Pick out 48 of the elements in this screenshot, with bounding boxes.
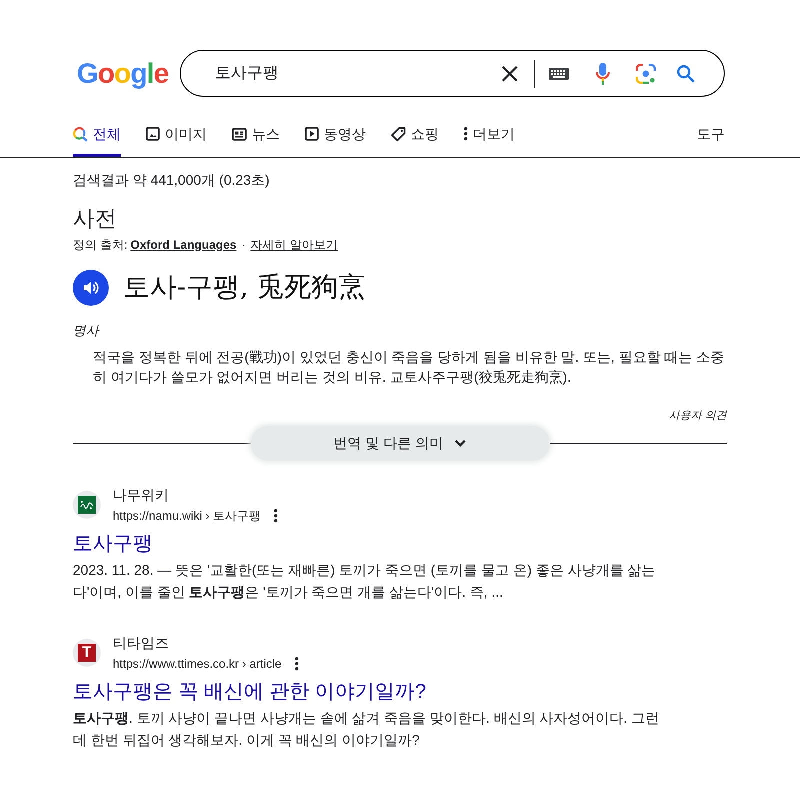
- google-logo[interactable]: Google: [77, 56, 170, 92]
- result-title-link[interactable]: 토사구팽은 꼭 배신에 관한 이야기일까?: [73, 679, 426, 705]
- site-name[interactable]: 나무위키: [113, 486, 169, 504]
- source-link[interactable]: Oxford Languages: [130, 237, 237, 253]
- favicon-icon: T: [73, 639, 101, 667]
- speaker-icon: [83, 280, 99, 296]
- search-bar[interactable]: 토사구팽: [180, 50, 725, 97]
- camera-lens-icon[interactable]: [636, 64, 656, 84]
- nav-tab[interactable]: 이미지: [146, 117, 207, 157]
- newspaper-icon: [232, 128, 247, 140]
- tag-icon: [391, 126, 406, 142]
- search-button[interactable]: [676, 64, 696, 84]
- more-meanings-button[interactable]: 번역 및 다른 의미: [250, 426, 550, 461]
- microphone-icon[interactable]: [596, 62, 610, 84]
- site-name[interactable]: 티타임즈: [113, 634, 169, 652]
- search-icon: [73, 126, 88, 142]
- source-label: 정의 출처:: [73, 237, 128, 253]
- image-icon: [146, 127, 160, 141]
- result-url: https://www.ttimes.co.kr › article: [113, 656, 282, 672]
- keyboard-icon[interactable]: [549, 68, 569, 80]
- pronunciation-button[interactable]: [73, 270, 109, 306]
- favicon-icon: [73, 491, 101, 519]
- nav-tab[interactable]: 동영상: [305, 117, 366, 157]
- part-of-speech: 명사: [73, 322, 101, 340]
- nav-tab[interactable]: 더보기: [464, 117, 515, 157]
- nav-tab[interactable]: 전체: [73, 117, 121, 157]
- more-vertical-icon: [464, 127, 468, 141]
- play-icon: [305, 127, 319, 141]
- result-snippet: 토사구팽. 토끼 사냥이 끝나면 사냥개는 솥에 삶겨 죽음을 맞이한다. 배신의 사자성어이다. 그런데 한번 뒤집어 생각해보자. 이게 꼭 배신의 이야기일까?: [73, 709, 660, 750]
- definition-text: 적국을 정복한 뒤에 전공(戰功)이 있었던 충신이 죽음을 당하게 됨을 비유한 말. 또는, 필요할 때는 소중히 여기다가 쓸모가 없어지면 버리는 것의 비유. 교토사주구팽(狡兎死走狗烹).: [92, 348, 726, 387]
- search-icon: [677, 64, 695, 82]
- tools-tab[interactable]: 도구: [697, 124, 725, 144]
- result-stats: 검색결과 약 441,000개 (0.23초): [73, 171, 271, 190]
- chevron-down-icon: [455, 440, 466, 447]
- close-icon: [502, 66, 518, 82]
- result-snippet: 2023. 11. 28. — 뜻은 '교활한(또는 재빠른) 토끼가 죽으면 (토끼를 물고 온) 좋은 사냥개를 삶는다'이며, 이를 줄인 토사구팽은 '토끼가 죽으면 개를 삶는다'이다. 즉, ...: [73, 561, 657, 602]
- more-options-icon[interactable]: [294, 657, 299, 671]
- nav-tab[interactable]: 쇼핑: [391, 117, 439, 157]
- feedback-link[interactable]: 사용자 의견: [668, 408, 727, 424]
- dictionary-title: 사전: [73, 205, 118, 233]
- search-input[interactable]: 토사구팽: [215, 62, 498, 86]
- learn-more-link[interactable]: 자세히 알아보기: [250, 237, 338, 253]
- result-url: https://namu.wiki › 토사구팽: [113, 508, 262, 524]
- separator-dot: ·: [242, 237, 246, 253]
- more-options-icon[interactable]: [274, 509, 278, 523]
- nav-tab[interactable]: 뉴스: [232, 117, 280, 157]
- result-title-link[interactable]: 토사구팽: [73, 531, 153, 557]
- headword: 토사-구팽, 兎死狗烹: [123, 271, 366, 305]
